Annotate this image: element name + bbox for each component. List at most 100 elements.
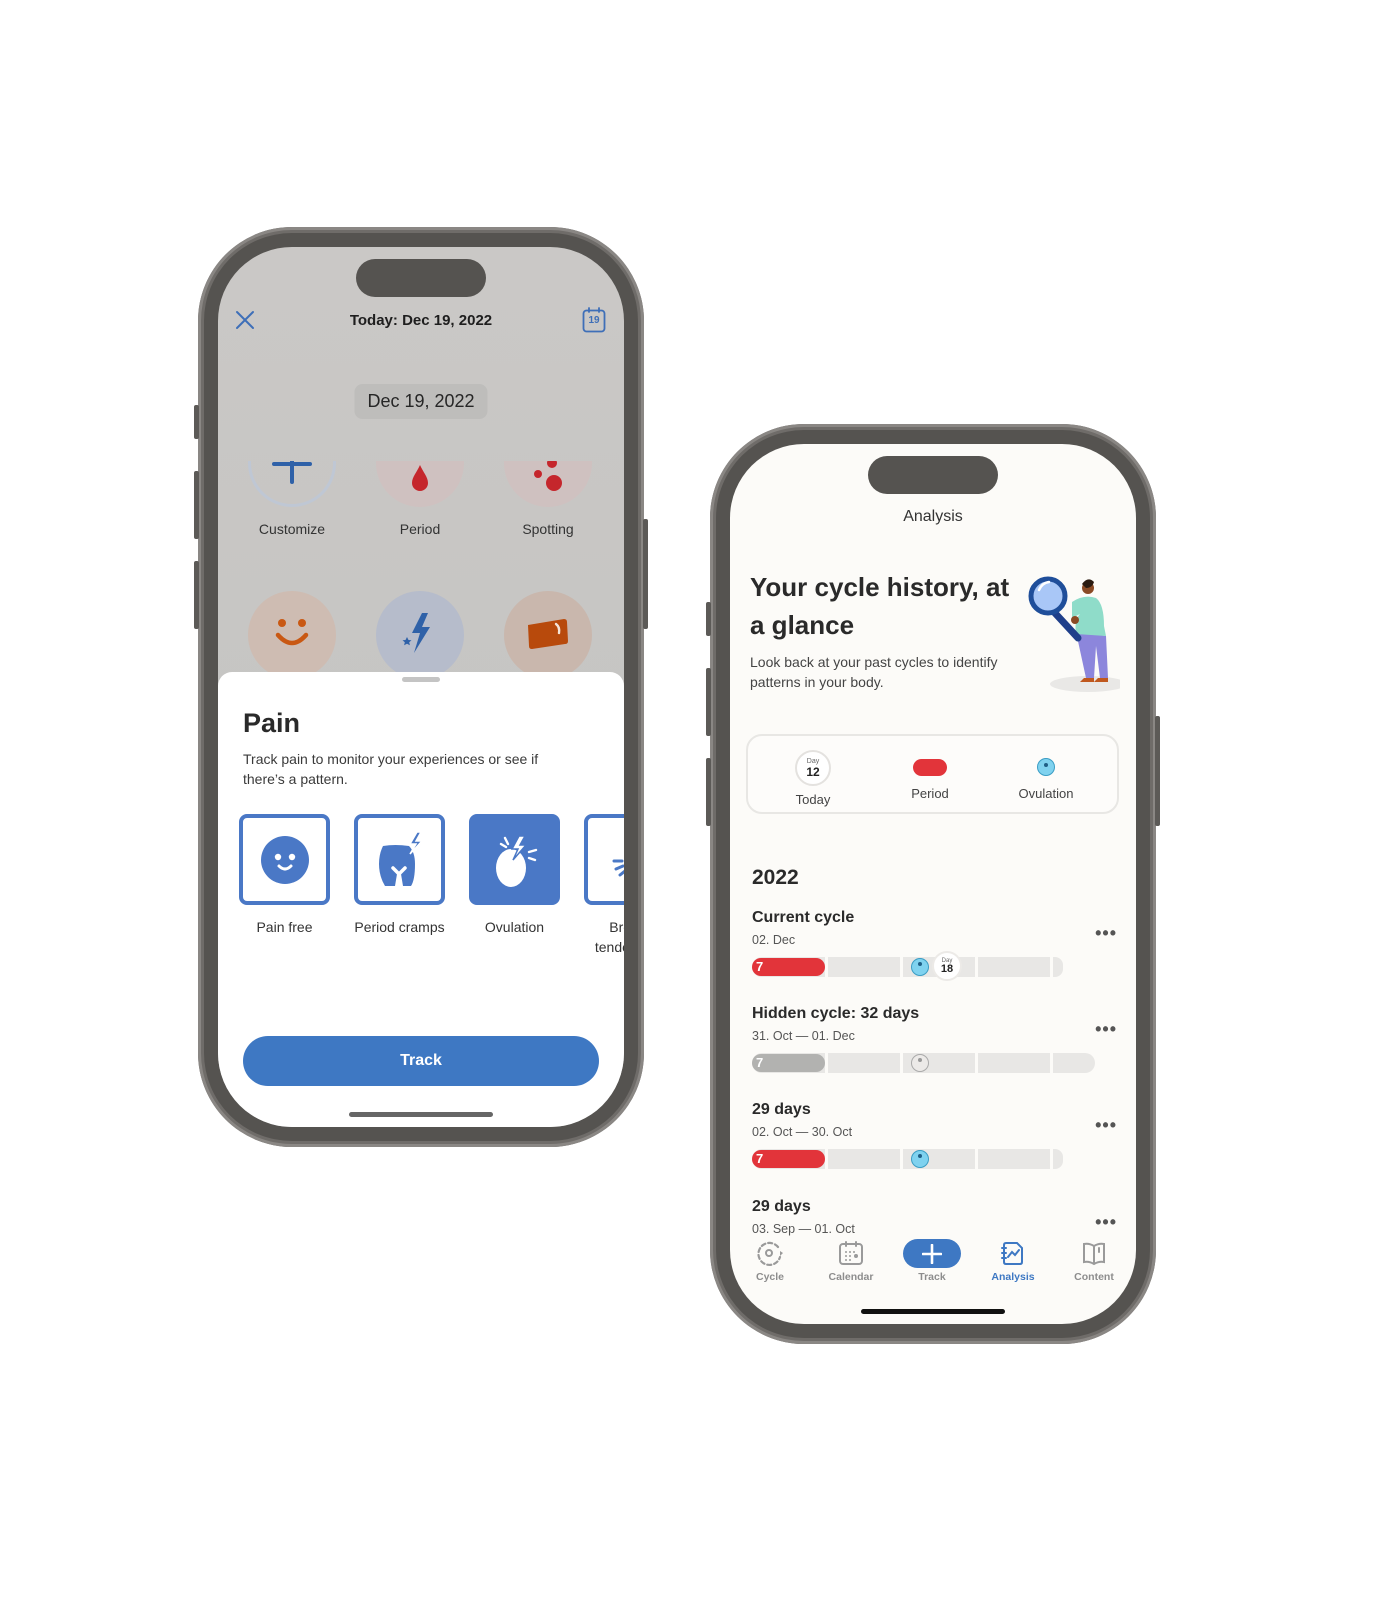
option-breast-tenderness[interactable]: Breast tenderness [584, 814, 624, 957]
lightning-icon [402, 613, 430, 653]
ovulation-pain-icon [495, 834, 537, 887]
day-number: 18 [940, 962, 954, 975]
cycle-dates: 02. Dec [752, 933, 796, 947]
category-pain[interactable] [370, 591, 470, 679]
power-button [1155, 716, 1160, 826]
option-selected-box [469, 814, 560, 905]
today-day-badge: Day 12 [795, 750, 831, 786]
period-bar: 7 [752, 1150, 825, 1168]
option-period-cramps[interactable]: Period cramps [354, 814, 445, 957]
category-pad[interactable] [498, 591, 598, 679]
date-selector[interactable]: Dec 19, 2022 [354, 384, 488, 419]
track-button[interactable]: Track [243, 1036, 599, 1086]
phone-frame-right: Analysis Your cycle history, at a glance… [706, 424, 1160, 1344]
sheet-title: Pain [243, 708, 301, 738]
tab-label: Content [1074, 1271, 1114, 1283]
ovulation-marker [911, 958, 929, 976]
option-label: Pain free [256, 919, 313, 935]
tab-label: Analysis [991, 1271, 1035, 1283]
category-customize[interactable]: Customize [242, 461, 342, 537]
smiley-face-icon [275, 619, 309, 646]
category-spotting[interactable]: Spotting [498, 461, 598, 537]
more-options-button[interactable]: ••• [1095, 1212, 1117, 1233]
dynamic-island [868, 456, 998, 494]
tab-content[interactable]: Content [1059, 1239, 1129, 1283]
home-indicator [861, 1309, 1005, 1314]
bottom-tab-bar: Cycle Calendar Track Analysis Content [730, 1239, 1136, 1299]
legend-today: Day 12 Today [763, 750, 863, 807]
close-icon[interactable] [234, 309, 256, 331]
mute-switch [194, 405, 199, 439]
header-title: Today: Dec 19, 2022 [349, 311, 493, 329]
cycle-item-hidden[interactable]: Hidden cycle: 32 days 31. Oct — 01. Dec … [752, 1005, 1117, 1073]
blood-drop-icon [412, 465, 428, 491]
volume-down-button [194, 561, 199, 629]
power-button [643, 519, 648, 629]
hero-description: Look back at your past cycles to identif… [750, 654, 998, 690]
legend-period: Period [880, 750, 980, 801]
tab-track[interactable]: Track [897, 1239, 967, 1283]
legend-card: Day 12 Today Period Ovulation [746, 734, 1119, 814]
tab-cycle[interactable]: Cycle [735, 1239, 805, 1283]
calendar-day-number: 19 [588, 315, 600, 326]
cycle-title: Hidden cycle: 32 days [752, 1005, 920, 1022]
cycle-dates: 03. Sep — 01. Oct [752, 1222, 855, 1236]
cycle-title: 29 days [752, 1198, 811, 1215]
pad-icon [528, 619, 568, 649]
today-marker: Day 18 [932, 951, 962, 981]
tab-label: Track [918, 1271, 946, 1283]
pain-bottom-sheet: Pain Track pain to monitor your experien… [218, 672, 624, 1127]
option-label: Ovulation [484, 919, 545, 935]
category-period[interactable]: Period [370, 461, 470, 537]
sheet-grabber[interactable] [402, 677, 440, 682]
category-label: Period [399, 521, 441, 537]
plus-icon [922, 1243, 942, 1264]
analysis-icon [1001, 1242, 1023, 1265]
cycle-item-current[interactable]: Current cycle 02. Dec ••• 7 Day 18 [752, 909, 1117, 981]
tab-calendar[interactable]: Calendar [816, 1239, 886, 1283]
home-indicator [349, 1112, 493, 1117]
category-label: Spotting [522, 521, 574, 537]
calendar-icon [839, 1241, 863, 1265]
phone-frame-left: Today: Dec 19, 2022 19 Dec 19, 2022 Cust… [194, 227, 648, 1147]
ovulation-dot-icon [1037, 758, 1055, 776]
cycle-item[interactable]: 29 days 03. Sep — 01. Oct ••• [752, 1198, 1117, 1236]
calendar-button[interactable]: 19 [582, 307, 606, 333]
spotting-dots-icon [534, 461, 562, 491]
more-options-button[interactable]: ••• [1095, 1115, 1117, 1136]
category-row-1: Customize Period Spotting [218, 461, 624, 581]
legend-ovulation: Ovulation [996, 750, 1096, 801]
year-heading: 2022 [752, 866, 799, 889]
cycle-icon [757, 1241, 783, 1266]
hero-title: Your cycle history, at a glance [750, 572, 1010, 640]
category-label: Customize [258, 521, 326, 537]
period-bar: 7 [752, 958, 825, 976]
magnifier-person-illustration [1028, 576, 1120, 692]
ovulation-marker [911, 1054, 929, 1072]
legend-label: Today [795, 792, 831, 807]
tab-analysis[interactable]: Analysis [978, 1239, 1048, 1283]
breast-tenderness-icon [612, 859, 624, 876]
smiley-face-icon [260, 835, 309, 884]
mute-switch [706, 602, 711, 636]
period-bar: 7 [752, 1054, 825, 1072]
more-options-button[interactable]: ••• [1095, 923, 1117, 944]
analysis-screen: Analysis Your cycle history, at a glance… [730, 444, 1136, 1324]
option-ovulation[interactable]: Ovulation [469, 814, 560, 957]
plus-icon [272, 461, 312, 484]
cycle-item[interactable]: 29 days 02. Oct — 30. Oct ••• 7 [752, 1101, 1117, 1169]
cycle-title: Current cycle [752, 909, 855, 926]
cycle-dates: 31. Oct — 01. Dec [752, 1029, 855, 1043]
more-options-button[interactable]: ••• [1095, 1019, 1117, 1040]
dynamic-island [356, 259, 486, 297]
option-pain-free[interactable]: Pain free [239, 814, 330, 957]
volume-up-button [706, 668, 711, 736]
book-icon [1083, 1242, 1105, 1266]
option-label: Period cramps [354, 919, 445, 935]
day-label: Day [806, 758, 820, 765]
volume-up-button [194, 471, 199, 539]
category-mood[interactable] [242, 591, 342, 679]
tab-label: Cycle [755, 1271, 785, 1283]
legend-label: Period [911, 786, 949, 801]
nav-title: Analysis [903, 508, 963, 525]
